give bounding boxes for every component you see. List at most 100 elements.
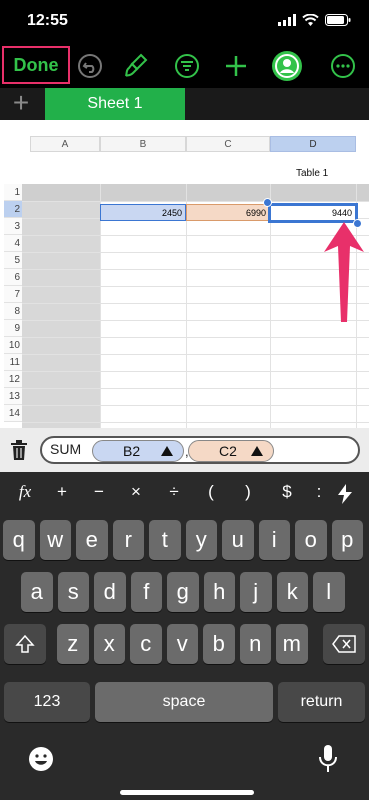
key-v[interactable]: v (166, 624, 198, 664)
grid-line (22, 320, 369, 321)
microphone-icon[interactable] (318, 744, 338, 774)
row-header-12[interactable]: 12 (4, 371, 22, 388)
function-name[interactable]: SUM (50, 441, 81, 457)
shift-key[interactable] (4, 624, 46, 664)
symbol-key[interactable]: $ (272, 482, 302, 506)
add-icon[interactable] (222, 52, 250, 80)
key-i[interactable]: i (258, 520, 290, 560)
symbol-key[interactable]: ÷ (159, 482, 189, 506)
row-header-2[interactable]: 2 (4, 201, 22, 218)
key-g[interactable]: g (167, 572, 199, 612)
key-p[interactable]: p (331, 520, 363, 560)
reference-label-c2: C2 (219, 443, 237, 459)
return-key[interactable]: return (278, 682, 365, 722)
symbol-key[interactable]: ( (196, 482, 226, 506)
key-k[interactable]: k (276, 572, 308, 612)
key-d[interactable]: d (94, 572, 126, 612)
selection-handle-top[interactable] (263, 198, 272, 207)
key-w[interactable]: w (39, 520, 71, 560)
header-row (22, 184, 369, 201)
grid-line (22, 371, 369, 372)
key-m[interactable]: m (276, 624, 308, 664)
key-b[interactable]: b (203, 624, 235, 664)
key-z[interactable]: z (57, 624, 89, 664)
numbers-key[interactable]: 123 (4, 682, 90, 722)
grid-line (22, 303, 369, 304)
cell-b2[interactable]: 2450 (100, 204, 186, 221)
key-c[interactable]: c (130, 624, 162, 664)
paintbrush-icon[interactable] (122, 52, 150, 80)
key-s[interactable]: s (57, 572, 89, 612)
toolbar: Done (0, 44, 369, 88)
grid-line (22, 235, 369, 236)
key-a[interactable]: a (21, 572, 53, 612)
key-r[interactable]: r (112, 520, 144, 560)
row-header-13[interactable]: 13 (4, 388, 22, 405)
undo-icon[interactable] (76, 52, 104, 80)
symbol-key[interactable]: + (47, 482, 77, 506)
collaborate-icon[interactable] (271, 50, 303, 82)
battery-icon (325, 14, 351, 26)
filter-icon[interactable] (173, 52, 201, 80)
column-header-d[interactable]: D (270, 136, 356, 152)
delete-key[interactable] (323, 624, 365, 664)
key-j[interactable]: j (240, 572, 272, 612)
triangle-icon[interactable] (251, 446, 263, 456)
key-x[interactable]: x (93, 624, 125, 664)
emoji-icon[interactable] (28, 746, 54, 772)
column-header-b[interactable]: B (100, 136, 186, 152)
symbol-key[interactable]: − (84, 482, 114, 506)
status-time: 12:55 (27, 12, 68, 29)
symbol-key[interactable]: × (121, 482, 151, 506)
key-u[interactable]: u (222, 520, 254, 560)
row-header-9[interactable]: 9 (4, 320, 22, 337)
column-header-a[interactable]: A (30, 136, 100, 152)
row-header-11[interactable]: 11 (4, 354, 22, 371)
row-header-3[interactable]: 3 (4, 218, 22, 235)
grid-line (22, 354, 369, 355)
grid-line (22, 286, 369, 287)
key-q[interactable]: q (3, 520, 35, 560)
row-header-5[interactable]: 5 (4, 252, 22, 269)
symbol-key[interactable]: : (304, 482, 334, 506)
key-h[interactable]: h (203, 572, 235, 612)
trash-icon[interactable] (10, 440, 28, 460)
row-header-14[interactable]: 14 (4, 405, 22, 422)
reference-token-b2[interactable]: B2 (92, 440, 184, 462)
lightning-icon[interactable] (338, 484, 352, 504)
key-l[interactable]: l (313, 572, 345, 612)
add-sheet-button[interactable]: + (8, 89, 34, 117)
shift-icon (15, 634, 35, 653)
key-n[interactable]: n (239, 624, 271, 664)
row-header-7[interactable]: 7 (4, 286, 22, 303)
formula-editor[interactable]: SUM B2 , C2 (40, 436, 360, 464)
spreadsheet[interactable]: A B C D Table 1 1 2 3 4 5 6 7 8 9 10 11 12 13 14 2450… (0, 120, 369, 428)
reference-label-b2: B2 (123, 443, 141, 459)
home-indicator (120, 790, 254, 795)
key-o[interactable]: o (295, 520, 327, 560)
backspace-icon (332, 635, 356, 653)
table-title: Table 1 (296, 168, 329, 179)
row-header-1[interactable]: 1 (4, 184, 22, 201)
row-header-4[interactable]: 4 (4, 235, 22, 252)
space-key[interactable]: space (95, 682, 273, 722)
symbol-key[interactable]: ) (233, 482, 263, 506)
symbol-key[interactable]: fx (10, 482, 40, 506)
tab-sheet-1[interactable]: Sheet 1 (45, 88, 185, 120)
row-header-6[interactable]: 6 (4, 269, 22, 286)
triangle-icon[interactable] (161, 446, 173, 456)
grid-line (22, 422, 369, 423)
column-header-c[interactable]: C (186, 136, 270, 152)
row-header-10[interactable]: 10 (4, 337, 22, 354)
row-header-8[interactable]: 8 (4, 303, 22, 320)
key-f[interactable]: f (130, 572, 162, 612)
grid-line (22, 252, 369, 253)
reference-token-c2[interactable]: C2 (188, 440, 274, 462)
done-button[interactable]: Done (2, 46, 70, 84)
key-t[interactable]: t (149, 520, 181, 560)
cell-d2-selected[interactable]: 9440 (268, 203, 358, 223)
more-icon[interactable] (329, 52, 357, 80)
key-e[interactable]: e (76, 520, 108, 560)
key-y[interactable]: y (185, 520, 217, 560)
cell-c2[interactable]: 6990 (186, 204, 270, 221)
